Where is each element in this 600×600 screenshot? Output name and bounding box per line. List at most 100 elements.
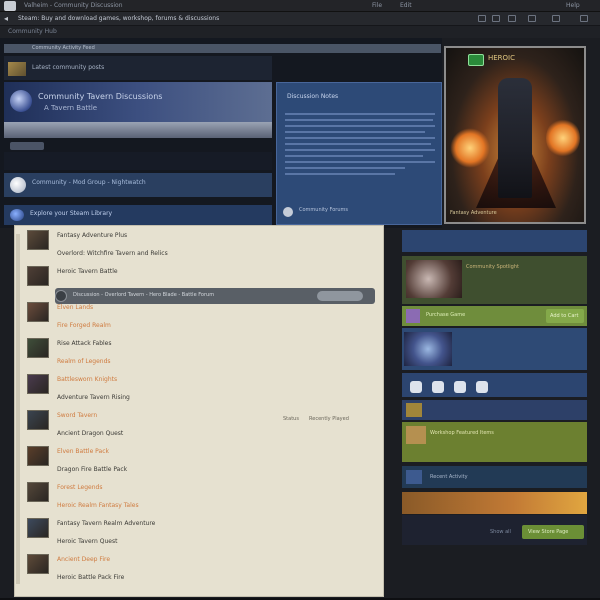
hero-title: HEROIC — [488, 54, 516, 62]
window-title: Valheim - Community Discussion — [24, 2, 123, 9]
list-item-label[interactable]: Dragon Fire Battle Pack — [57, 466, 127, 473]
banner-button[interactable] — [10, 142, 44, 150]
right-card-header — [402, 230, 587, 252]
workshop-title: Workshop Featured Items — [430, 430, 494, 436]
list-item-thumbnail[interactable] — [27, 266, 49, 286]
list-item-label[interactable]: Sword Tavern — [57, 412, 97, 419]
list-item-label[interactable]: Ancient Deep Fire — [57, 556, 110, 563]
list-item-thumbnail[interactable] — [27, 554, 49, 574]
option-checkbox[interactable] — [454, 381, 466, 393]
forum-icon — [283, 207, 293, 217]
list-item-label[interactable]: Heroic Realm Fantasy Tales — [57, 502, 139, 509]
banner-spacer — [4, 152, 272, 170]
option-checkbox[interactable] — [432, 381, 444, 393]
list-item-label[interactable]: Battlesworn Knights — [57, 376, 117, 383]
game-list-panel: Fantasy Adventure Plus Overlord: Witchfir… — [14, 225, 384, 597]
list-item-label[interactable]: Forest Legends — [57, 484, 103, 491]
feed-header-label: Community Activity Feed — [32, 45, 95, 51]
list-item-thumbnail[interactable] — [27, 302, 49, 322]
library-row-label: Explore your Steam Library — [30, 210, 113, 217]
list-item-thumbnail[interactable] — [27, 482, 49, 502]
text-line — [285, 143, 431, 145]
add-to-cart-label: Add to Cart — [550, 313, 579, 319]
fire-effect — [546, 118, 580, 158]
text-line — [285, 137, 435, 139]
game-hero-art[interactable]: HEROIC Fantasy Adventure — [444, 46, 586, 224]
text-line — [285, 131, 425, 133]
row-action-pill[interactable] — [317, 291, 363, 301]
community-banner[interactable]: Community Tavern Discussions A Tavern Ba… — [4, 82, 272, 122]
small-card[interactable] — [402, 400, 587, 420]
workshop-card[interactable]: Workshop Featured Items — [402, 422, 587, 462]
option-checkbox[interactable] — [476, 381, 488, 393]
settings-icon[interactable] — [528, 15, 536, 22]
document-footer[interactable]: Community Forums — [299, 207, 348, 213]
recent-label: Recently Played — [309, 416, 349, 422]
option-checkbox[interactable] — [410, 381, 422, 393]
text-line — [285, 155, 423, 157]
text-line — [285, 113, 435, 115]
list-item-label[interactable]: Fire Forged Realm — [57, 322, 111, 329]
purchase-title: Purchase Game — [426, 312, 466, 318]
progress-bar — [402, 492, 587, 514]
banner-subtitle: A Tavern Battle — [44, 104, 98, 112]
banner-title: Community Tavern Discussions — [38, 92, 163, 101]
menu-icon[interactable] — [580, 15, 588, 22]
game-badge-icon — [468, 54, 484, 66]
back-arrow-icon[interactable]: ◂ — [4, 14, 8, 23]
view-store-label: View Store Page — [528, 529, 569, 535]
planet-icon — [10, 90, 32, 112]
list-item-label[interactable]: Heroic Battle Pack Fire — [57, 574, 124, 581]
feed-header-strip: Community Activity Feed — [4, 44, 441, 53]
list-item-label[interactable]: Adventure Tavern Rising — [57, 394, 130, 401]
show-all-link[interactable]: Show all — [490, 529, 511, 535]
library-row[interactable]: Explore your Steam Library — [4, 205, 272, 225]
options-card — [402, 373, 587, 397]
list-item-thumbnail[interactable] — [27, 446, 49, 466]
list-item-label[interactable]: Overlord: Witchfire Tavern and Relics — [57, 250, 168, 257]
list-item-thumbnail[interactable] — [27, 230, 49, 250]
activity-thumbnail — [406, 470, 422, 484]
share-icon[interactable] — [492, 15, 500, 22]
refresh-icon[interactable] — [508, 15, 516, 22]
url-field[interactable]: Steam: Buy and download games, workshop,… — [18, 15, 219, 22]
breadcrumb[interactable]: Community Hub — [8, 28, 57, 35]
list-item-label[interactable]: Heroic Tavern Battle — [57, 268, 118, 275]
media-thumbnail — [404, 332, 452, 366]
list-scrollbar[interactable] — [16, 234, 20, 584]
list-item-label[interactable]: Ancient Dragon Quest — [57, 430, 123, 437]
list-item-thumbnail[interactable] — [27, 410, 49, 430]
list-item-label[interactable]: Fantasy Tavern Realm Adventure — [57, 520, 155, 527]
view-store-button[interactable]: View Store Page — [522, 525, 584, 539]
add-to-cart-button[interactable]: Add to Cart — [546, 309, 584, 323]
menu-file[interactable]: File — [372, 2, 382, 9]
media-card[interactable] — [402, 328, 587, 370]
list-item-label[interactable]: Realm of Legends — [57, 358, 111, 365]
menu-edit[interactable]: Edit — [400, 2, 412, 9]
feed-row-label: Latest community posts — [32, 64, 105, 71]
list-item-thumbnail[interactable] — [27, 338, 49, 358]
menu-help[interactable]: Help — [566, 2, 580, 9]
list-item-label[interactable]: Elven Battle Pack — [57, 448, 109, 455]
list-item-label[interactable]: Heroic Tavern Quest — [57, 538, 117, 545]
group-row[interactable]: Community - Mod Group - Nightwatch — [4, 173, 272, 197]
feed-row[interactable]: Latest community posts — [4, 56, 272, 80]
list-item-label[interactable]: Rise Attack Fables — [57, 340, 112, 347]
row-avatar-icon — [55, 290, 67, 302]
activity-card[interactable]: Recent Activity — [402, 466, 587, 488]
bookmark-icon[interactable] — [478, 15, 486, 22]
text-line — [285, 125, 435, 127]
address-bar: ◂ Steam: Buy and download games, worksho… — [0, 12, 600, 26]
purchase-card: Purchase Game Add to Cart — [402, 306, 587, 326]
list-item-thumbnail[interactable] — [27, 374, 49, 394]
status-label: Status — [283, 416, 299, 422]
list-item-thumbnail[interactable] — [27, 518, 49, 538]
text-line — [285, 149, 435, 151]
steam-icon — [10, 209, 24, 221]
profile-icon[interactable] — [552, 15, 560, 22]
list-item-label[interactable]: Elven Lands — [57, 304, 93, 311]
spotlight-card[interactable]: Community Spotlight — [402, 256, 587, 304]
hero-tag: Fantasy Adventure — [450, 210, 497, 216]
selected-list-row[interactable]: Discussion - Overlord Tavern - Hero Blad… — [55, 288, 375, 304]
list-item-label[interactable]: Fantasy Adventure Plus — [57, 232, 127, 239]
